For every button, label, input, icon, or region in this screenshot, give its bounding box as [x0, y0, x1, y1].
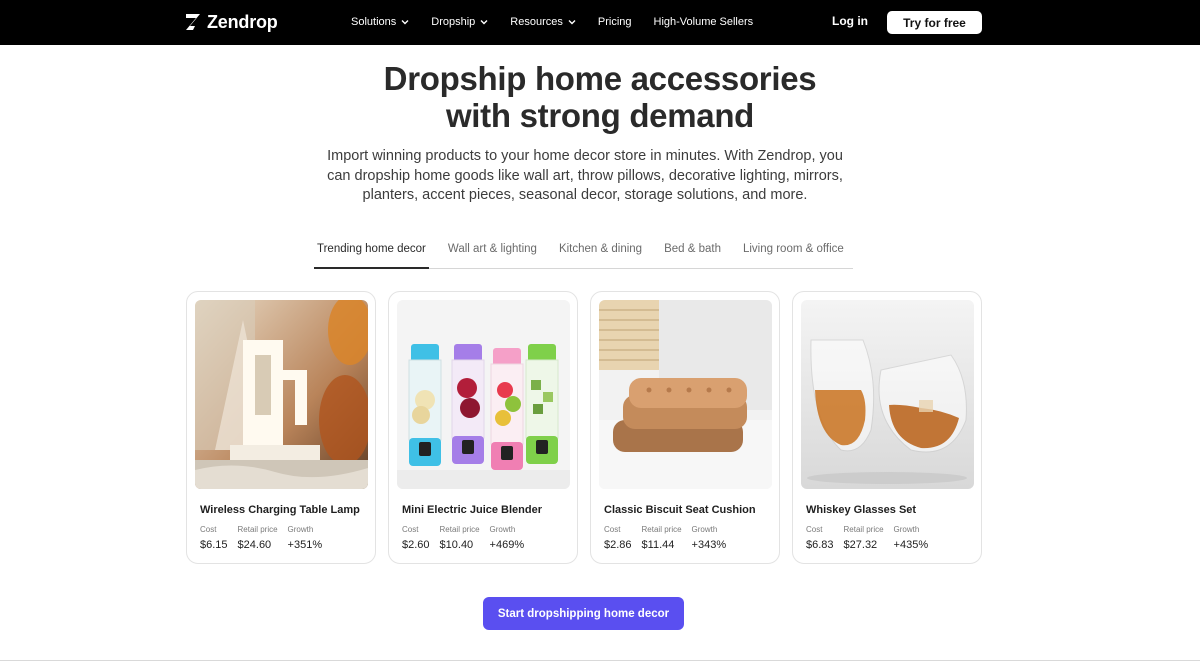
- chevron-down-icon: [568, 19, 576, 24]
- cost-value: $2.60: [402, 539, 430, 551]
- nav-pricing[interactable]: Pricing: [598, 14, 632, 29]
- login-link[interactable]: Log in: [832, 14, 868, 28]
- nav-solutions-label: Solutions: [351, 15, 397, 28]
- retail-value: $10.40: [439, 539, 474, 551]
- tab-trending-home-decor[interactable]: Trending home decor: [314, 240, 429, 269]
- growth-value: +351%: [287, 539, 323, 551]
- product-stats: Cost $6.15 Retail price $24.60 Growth +351%: [200, 525, 332, 552]
- retail-value: $27.32: [843, 539, 878, 551]
- cost-value: $2.86: [604, 539, 632, 551]
- cost-value: $6.15: [200, 539, 228, 551]
- product-name: Classic Biscuit Seat Cushion: [604, 504, 756, 516]
- product-stats: Cost $2.60 Retail price $10.40 Growth +469%: [402, 525, 534, 552]
- product-image-cushion: [599, 300, 772, 489]
- category-tabs: Trending home decor Wall art & lighting …: [314, 240, 853, 269]
- growth-label: Growth: [893, 525, 920, 534]
- retail-label: Retail price: [641, 525, 682, 534]
- hero-subtitle: Import winning products to your home dec…: [327, 148, 843, 203]
- brand-name: Zendrop: [207, 11, 278, 32]
- zendrop-logo-icon: [186, 14, 200, 30]
- tab-living-room-office[interactable]: Living room & office: [743, 240, 844, 268]
- nav-solutions[interactable]: Solutions: [351, 14, 409, 29]
- growth-value: +469%: [489, 539, 525, 551]
- nav-pricing-label: Pricing: [597, 15, 632, 28]
- start-dropshipping-button[interactable]: Start dropshipping home decor: [483, 597, 684, 630]
- product-cards: Wireless Charging Table Lamp Cost $6.15 R…: [186, 291, 982, 564]
- title-line-2: with strong demand: [445, 97, 755, 134]
- chevron-down-icon: [480, 19, 488, 24]
- product-name: Wireless Charging Table Lamp: [200, 504, 360, 516]
- nav-links: Solutions Dropship Resources Pricing Hig…: [351, 14, 775, 29]
- growth-value: +435%: [893, 539, 929, 551]
- nav-high-volume-label: High-Volume Sellers: [653, 15, 754, 28]
- retail-label: Retail price: [237, 525, 278, 534]
- zendrop-logo[interactable]: Zendrop: [185, 11, 278, 33]
- tab-bed-bath[interactable]: Bed & bath: [664, 240, 721, 268]
- growth-label: Growth: [691, 525, 718, 534]
- nav-dropship[interactable]: Dropship: [431, 14, 488, 29]
- growth-label: Growth: [489, 525, 516, 534]
- product-card[interactable]: Mini Electric Juice Blender Cost $2.60 Re…: [388, 291, 578, 564]
- title-line-1: Dropship home accessories: [383, 60, 817, 97]
- cost-label: Cost: [200, 525, 217, 534]
- chevron-down-icon: [401, 19, 409, 24]
- product-name: Whiskey Glasses Set: [806, 504, 917, 516]
- nav-dropship-label: Dropship: [431, 15, 476, 28]
- page-title: Dropship home accessories with strong de…: [0, 60, 1200, 134]
- retail-label: Retail price: [439, 525, 480, 534]
- product-image-whiskey: [801, 300, 974, 489]
- cost-label: Cost: [402, 525, 419, 534]
- cost-value: $6.83: [806, 539, 834, 551]
- nav-resources-label: Resources: [510, 15, 563, 28]
- cost-label: Cost: [604, 525, 621, 534]
- cost-label: Cost: [806, 525, 823, 534]
- retail-label: Retail price: [843, 525, 884, 534]
- product-image-blender: [397, 300, 570, 489]
- top-navbar: Zendrop Solutions Dropship Resources Pri…: [0, 0, 1200, 45]
- growth-label: Growth: [287, 525, 314, 534]
- product-card[interactable]: Whiskey Glasses Set Cost $6.83 Retail pri…: [792, 291, 982, 564]
- nav-high-volume-sellers[interactable]: High-Volume Sellers: [654, 14, 754, 29]
- product-image-lamp: [195, 300, 368, 489]
- product-stats: Cost $6.83 Retail price $27.32 Growth +435%: [806, 525, 938, 552]
- try-for-free-button[interactable]: Try for free: [887, 11, 982, 34]
- retail-value: $24.60: [237, 539, 272, 551]
- tab-kitchen-dining[interactable]: Kitchen & dining: [559, 240, 642, 268]
- tab-wall-art-lighting[interactable]: Wall art & lighting: [448, 240, 537, 268]
- product-stats: Cost $2.86 Retail price $11.44 Growth +343%: [604, 525, 736, 552]
- growth-value: +343%: [691, 539, 727, 551]
- product-name: Mini Electric Juice Blender: [402, 504, 542, 516]
- section-divider: [0, 660, 1200, 661]
- nav-resources[interactable]: Resources: [510, 14, 576, 29]
- product-card[interactable]: Classic Biscuit Seat Cushion Cost $2.86 R…: [590, 291, 780, 564]
- retail-value: $11.44: [641, 539, 675, 551]
- product-card[interactable]: Wireless Charging Table Lamp Cost $6.15 R…: [186, 291, 376, 564]
